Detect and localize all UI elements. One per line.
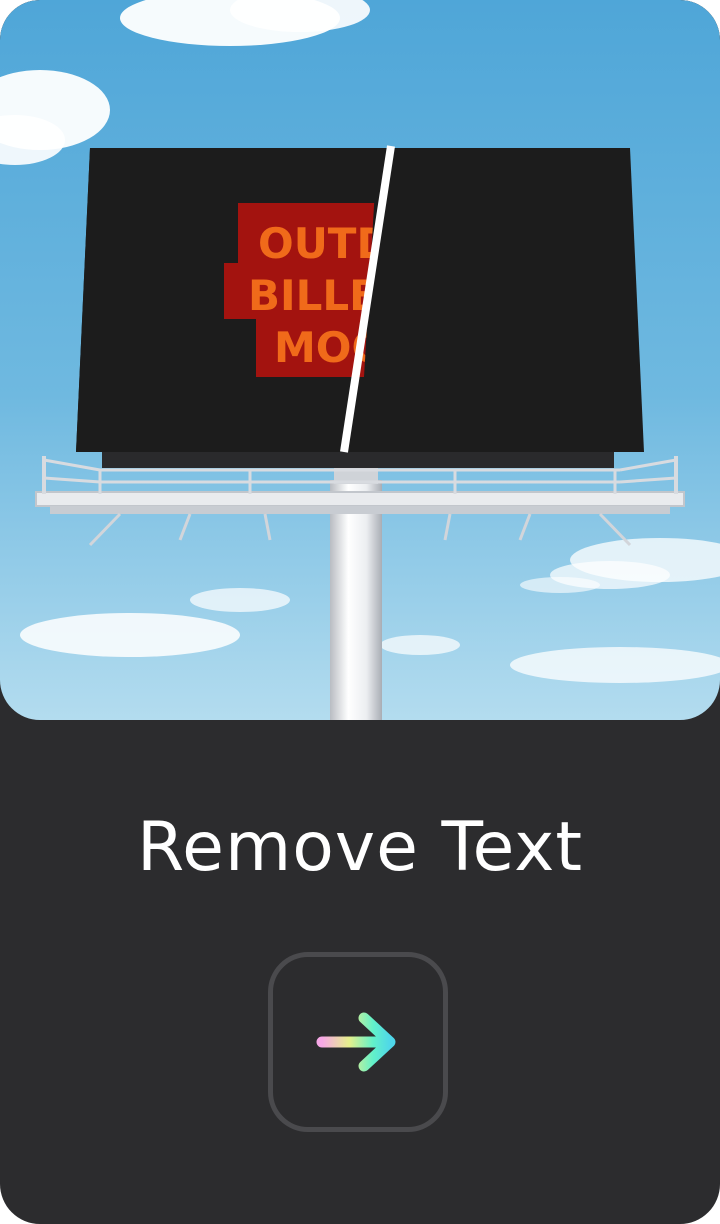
go-button[interactable] — [268, 952, 448, 1132]
card-title: Remove Text — [136, 808, 584, 887]
arrow-right-icon — [316, 1010, 400, 1074]
billboard-preview-image: OUTD BILLB MOC — [0, 0, 720, 720]
billboard-pole — [330, 480, 382, 720]
svg-text:BILLB: BILLB — [248, 271, 381, 320]
remove-text-card[interactable]: OUTD BILLB MOC Remove Text — [0, 0, 720, 1224]
